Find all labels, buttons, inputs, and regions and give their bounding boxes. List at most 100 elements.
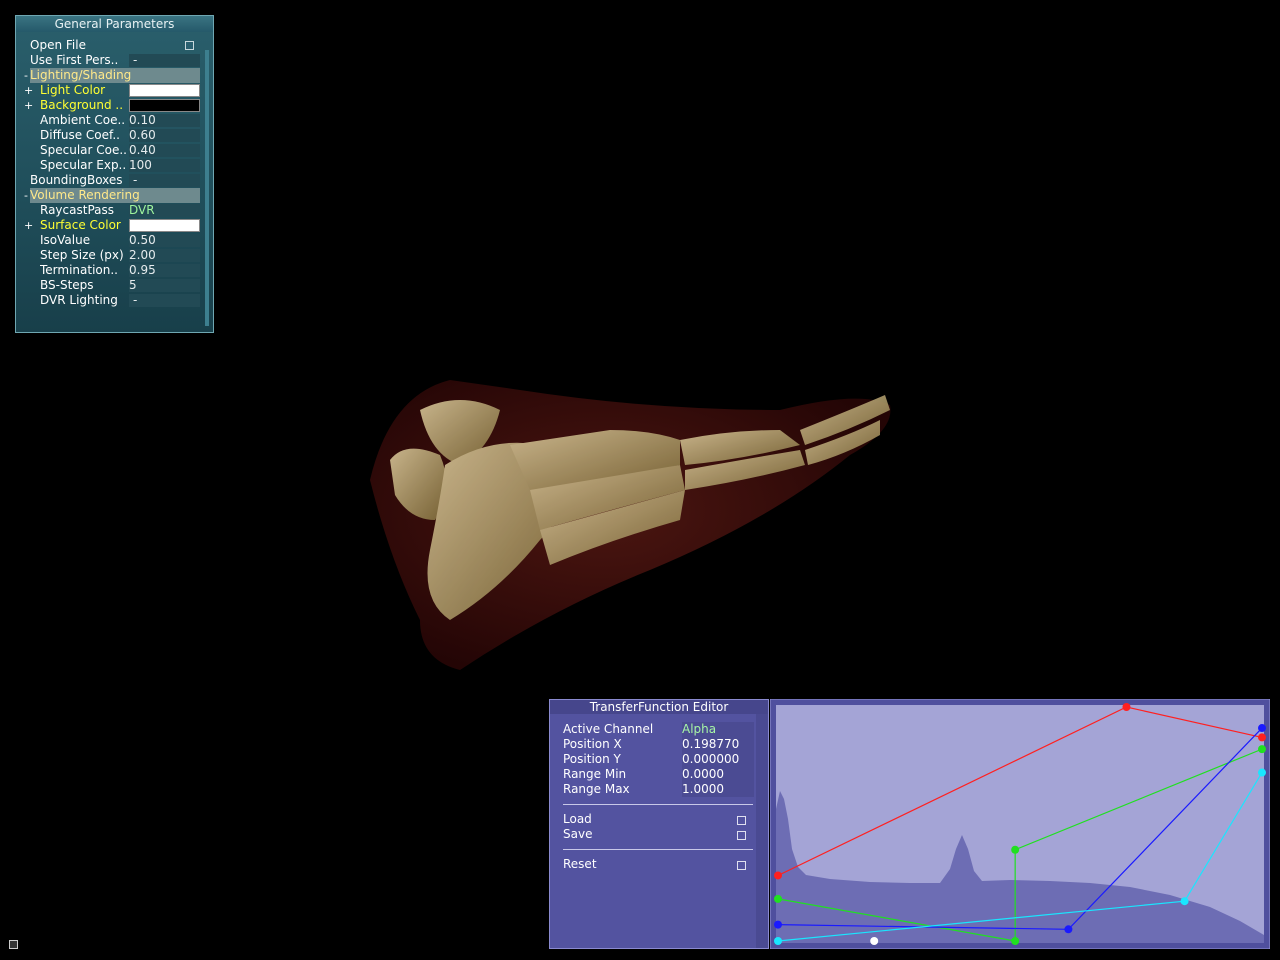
cyan-control-point[interactable]: [1258, 768, 1266, 777]
field-label: Position X: [563, 737, 622, 751]
red-control-point[interactable]: [1122, 703, 1131, 711]
param-row-step-size-px[interactable]: Step Size (px) 2.00: [20, 248, 200, 263]
range-max-value[interactable]: 1.0000: [682, 782, 754, 797]
param-value[interactable]: 5: [129, 279, 200, 292]
green-control-point[interactable]: [1011, 937, 1020, 945]
param-label: Specular Exp..: [40, 158, 127, 172]
param-row-diffuse-coef[interactable]: Diffuse Coef.. 0.60: [20, 128, 200, 143]
field-range-max: Range Max 1.0000: [563, 782, 754, 797]
tfe-title: TransferFunction Editor: [550, 700, 768, 714]
expand-icon[interactable]: +: [24, 218, 33, 233]
param-row-specular-exp[interactable]: Specular Exp.. 100: [20, 158, 200, 173]
field-range-min: Range Min 0.0000: [563, 767, 754, 782]
param-value[interactable]: -: [129, 54, 200, 67]
corner-indicator[interactable]: [9, 940, 18, 949]
expand-icon[interactable]: +: [24, 83, 33, 98]
param-label: Ambient Coe..: [40, 113, 126, 127]
param-value[interactable]: 0.40: [129, 144, 200, 157]
param-row-isovalue[interactable]: IsoValue 0.50: [20, 233, 200, 248]
blue-control-point[interactable]: [774, 920, 782, 929]
blue-control-point[interactable]: [1064, 925, 1073, 934]
panel-scrollbar[interactable]: [205, 50, 209, 326]
transfer-function-plot[interactable]: [770, 699, 1270, 949]
expand-icon[interactable]: +: [24, 98, 33, 113]
param-row-ambient-coe[interactable]: Ambient Coe.. 0.10: [20, 113, 200, 128]
blue-control-point[interactable]: [1258, 724, 1266, 733]
param-value[interactable]: 0.10: [129, 114, 200, 127]
cyan-control-point[interactable]: [774, 937, 782, 945]
load-button[interactable]: Load: [563, 812, 753, 827]
reset-button[interactable]: Reset: [563, 857, 753, 872]
param-label: Termination..: [40, 263, 118, 277]
red-control-point[interactable]: [774, 871, 782, 880]
param-row-boundingboxes[interactable]: BoundingBoxes -: [20, 173, 200, 188]
param-row-bs-steps[interactable]: BS-Steps 5: [20, 278, 200, 293]
field-position-x: Position X 0.198770: [563, 737, 754, 752]
param-value[interactable]: 0.50: [129, 234, 200, 247]
open-file-checkbox[interactable]: [185, 41, 194, 50]
green-control-point[interactable]: [774, 894, 782, 903]
field-label: Range Min: [563, 767, 627, 781]
param-label: Lighting/Shading: [30, 68, 200, 83]
position-x-value[interactable]: 0.198770: [682, 737, 754, 752]
position-y-value[interactable]: 0.000000: [682, 752, 754, 767]
panel-title: General Parameters: [16, 16, 213, 32]
param-value[interactable]: 100: [129, 159, 200, 172]
param-label: IsoValue: [40, 233, 91, 247]
divider: [563, 849, 753, 850]
param-value[interactable]: -: [129, 294, 200, 307]
param-row-specular-coe[interactable]: Specular Coe.. 0.40: [20, 143, 200, 158]
param-label: Background ..: [40, 98, 124, 112]
green-control-point[interactable]: [1011, 845, 1020, 854]
color-swatch[interactable]: [129, 84, 200, 97]
cyan-control-point[interactable]: [1180, 897, 1189, 906]
color-swatch[interactable]: [129, 219, 200, 232]
param-label: DVR Lighting: [40, 293, 118, 307]
param-row-open-file[interactable]: Open File: [20, 38, 200, 53]
color-swatch[interactable]: [129, 99, 200, 112]
param-row-use-first-pers[interactable]: Use First Pers.. -: [20, 53, 200, 68]
param-value[interactable]: DVR: [129, 204, 200, 217]
param-label: BS-Steps: [40, 278, 94, 292]
param-row-background[interactable]: + Background ..: [20, 98, 200, 113]
save-checkbox[interactable]: [737, 831, 746, 840]
red-control-point[interactable]: [1258, 733, 1266, 742]
field-active-channel: Active Channel Alpha: [563, 722, 754, 737]
transfer-function-editor: TransferFunction Editor Active Channel A…: [549, 699, 769, 949]
load-checkbox[interactable]: [737, 816, 746, 825]
param-label: Open File: [30, 38, 86, 52]
reset-checkbox[interactable]: [737, 861, 746, 870]
green-control-point[interactable]: [1258, 745, 1266, 754]
param-row-light-color[interactable]: + Light Color: [20, 83, 200, 98]
param-row-surface-color[interactable]: + Surface Color: [20, 218, 200, 233]
param-label: BoundingBoxes: [30, 173, 123, 187]
load-label: Load: [563, 812, 592, 826]
field-position-y: Position Y 0.000000: [563, 752, 754, 767]
param-value[interactable]: 2.00: [129, 249, 200, 262]
field-label: Position Y: [563, 752, 621, 766]
param-label: Use First Pers..: [30, 53, 119, 67]
divider: [563, 804, 753, 805]
field-label: Active Channel: [563, 722, 654, 736]
param-row-volume-rendering[interactable]: - Volume Rendering: [20, 188, 200, 203]
alpha-control-point[interactable]: [870, 937, 879, 945]
field-label: Range Max: [563, 782, 630, 796]
param-row-raycastpass[interactable]: RaycastPass DVR: [20, 203, 200, 218]
volume-rendering-viewport[interactable]: [350, 370, 910, 680]
range-min-value[interactable]: 0.0000: [682, 767, 754, 782]
save-label: Save: [563, 827, 593, 841]
save-button[interactable]: Save: [563, 827, 753, 842]
param-label: Volume Rendering: [30, 188, 200, 203]
param-row-termination[interactable]: Termination.. 0.95: [20, 263, 200, 278]
param-label: Light Color: [40, 83, 106, 97]
param-row-dvr-lighting[interactable]: DVR Lighting -: [20, 293, 200, 308]
active-channel-value[interactable]: Alpha: [682, 722, 754, 737]
param-label: Specular Coe..: [40, 143, 127, 157]
general-parameters-panel: General Parameters Open File Use First Pe…: [15, 15, 214, 333]
param-value[interactable]: 0.60: [129, 129, 200, 142]
param-label: Step Size (px): [40, 248, 124, 262]
param-value[interactable]: -: [129, 174, 200, 187]
param-value[interactable]: 0.95: [129, 264, 200, 277]
tfe-scrollbar[interactable]: [756, 714, 768, 948]
param-row-lighting-shading[interactable]: - Lighting/Shading: [20, 68, 200, 83]
